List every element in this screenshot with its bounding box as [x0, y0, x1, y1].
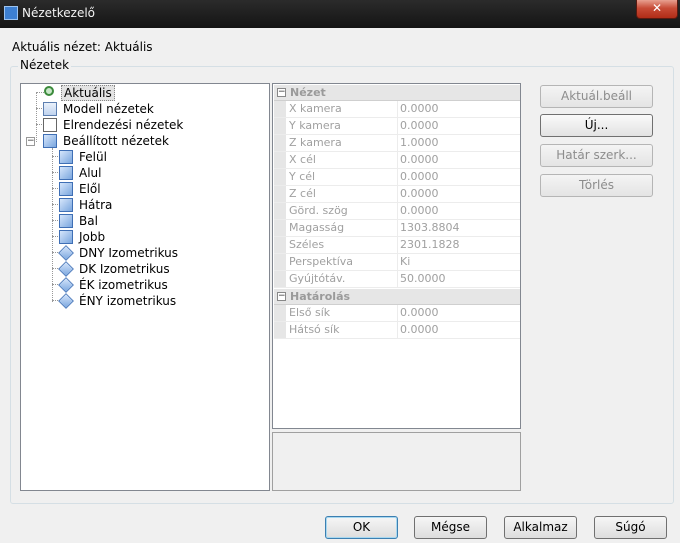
expand-toggle[interactable]: − [26, 137, 35, 146]
prop-row[interactable]: Görd. szög 0.0000 [274, 203, 520, 220]
apply-button[interactable]: Alkalmaz [504, 516, 577, 539]
cube-icon [59, 214, 73, 228]
prop-row[interactable]: Első sík 0.0000 [274, 305, 520, 322]
cube-icon [59, 150, 73, 164]
description-box [272, 432, 521, 491]
prop-row[interactable]: Y cél 0.0000 [274, 169, 520, 186]
current-view-label: Aktuális nézet: Aktuális [12, 40, 153, 54]
cube-icon [43, 134, 57, 148]
iso-diamond-icon [58, 261, 74, 277]
layout-views-icon [43, 118, 57, 132]
iso-diamond-icon [58, 293, 74, 309]
ok-button[interactable]: OK [325, 516, 398, 539]
edit-bounds-button[interactable]: Határ szerk... [540, 144, 653, 167]
views-group-label: Nézetek [18, 58, 72, 72]
collapse-icon[interactable]: − [277, 292, 286, 301]
prop-row[interactable]: Y kamera 0.0000 [274, 118, 520, 135]
prop-row[interactable]: Z cél 0.0000 [274, 186, 520, 203]
window-title: Nézetkezelő [22, 6, 96, 20]
cube-icon [59, 230, 73, 244]
cube-icon [59, 198, 73, 212]
prop-row[interactable]: Széles 2301.1828 [274, 237, 520, 254]
new-button[interactable]: Új... [540, 114, 653, 137]
magnifier-icon [44, 86, 54, 96]
prop-row[interactable]: Hátsó sík 0.0000 [274, 322, 520, 339]
properties-grid[interactable]: − Nézet X kamera 0.0000 Y kamera 0.0000 Z … [272, 83, 521, 429]
prop-row[interactable]: Perspektíva Ki [274, 254, 520, 271]
iso-diamond-icon [58, 245, 74, 261]
prop-row[interactable]: Z kamera 1.0000 [274, 135, 520, 152]
prop-row[interactable]: Gyújtótáv. 50.0000 [274, 271, 520, 288]
cancel-button[interactable]: Mégse [414, 516, 487, 539]
view-section-header[interactable]: − Nézet [274, 85, 520, 101]
iso-diamond-icon [58, 277, 74, 293]
prop-row[interactable]: Magasság 1303.8804 [274, 220, 520, 237]
app-icon [4, 6, 18, 20]
bounds-section-header[interactable]: − Határolás [274, 289, 520, 305]
cube-icon [59, 182, 73, 196]
prop-row[interactable]: X kamera 0.0000 [274, 101, 520, 118]
cube-icon [59, 166, 73, 180]
delete-button[interactable]: Törlés [540, 174, 653, 197]
title-bar: Nézetkezelő ✕ [0, 0, 680, 28]
set-current-button[interactable]: Aktuál.beáll [540, 85, 653, 108]
prop-row[interactable]: X cél 0.0000 [274, 152, 520, 169]
close-button[interactable]: ✕ [636, 0, 678, 19]
views-tree[interactable]: Aktuális Modell nézetek Elrendezési néze… [20, 83, 270, 491]
help-button[interactable]: Súgó [594, 516, 667, 539]
collapse-icon[interactable]: − [277, 88, 286, 97]
model-views-icon [43, 102, 57, 116]
